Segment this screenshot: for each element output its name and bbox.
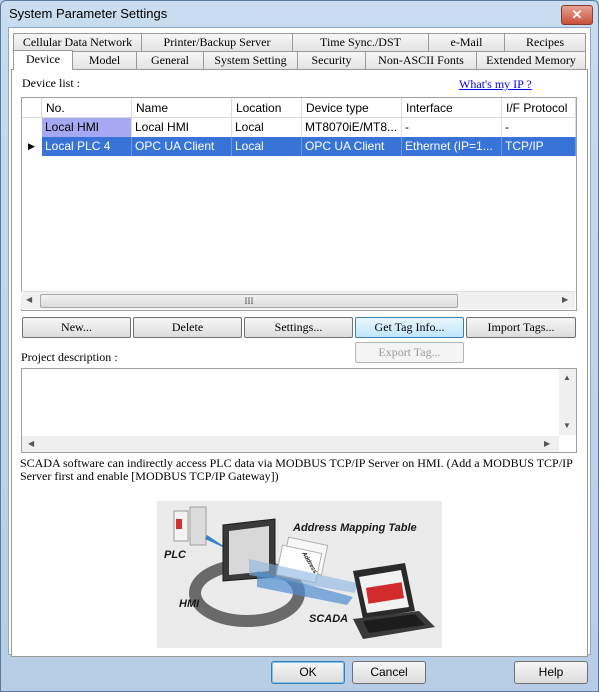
tab-recipes[interactable]: Recipes xyxy=(504,33,586,51)
project-description-field[interactable]: ▲ ▼ ◀ ▶ xyxy=(21,368,577,453)
settings-button[interactable]: Settings... xyxy=(244,317,353,338)
cell-name[interactable]: Local HMI xyxy=(132,118,232,137)
scroll-left-icon[interactable]: ◀ xyxy=(26,295,32,304)
cell-device-type[interactable]: MT8070iE/MT8... xyxy=(302,118,402,137)
device-list-label: Device list : xyxy=(22,76,80,90)
row-selector[interactable] xyxy=(22,118,42,137)
scrollbar-thumb[interactable]: III xyxy=(40,294,458,308)
tab-label: Non-ASCII Fonts xyxy=(378,53,464,67)
ok-button[interactable]: OK xyxy=(271,661,345,684)
scada-label: SCADA xyxy=(309,613,349,625)
scada-note-text: SCADA software can indirectly access PLC… xyxy=(20,456,573,483)
tab-model[interactable]: Model xyxy=(72,51,137,69)
tab-printer-backup-server[interactable]: Printer/Backup Server xyxy=(141,33,293,51)
scada-gateway-diagram: Address Mapping Table PLC HMI SCADA Addr… xyxy=(157,501,442,648)
title-bar[interactable]: System Parameter Settings ✕ xyxy=(1,1,598,27)
row-pointer-icon[interactable]: ▶ xyxy=(22,137,42,156)
tab-label: e-Mail xyxy=(450,35,483,49)
cancel-button[interactable]: Cancel xyxy=(352,661,426,684)
cell-interface[interactable]: Ethernet (IP=1... xyxy=(402,137,502,156)
cell-interface[interactable]: - xyxy=(402,118,502,137)
tab-label: Printer/Backup Server xyxy=(163,35,271,49)
column-header-no[interactable]: No. xyxy=(42,98,132,118)
whats-my-ip-link[interactable]: What's my IP ? xyxy=(459,77,532,92)
cell-name[interactable]: OPC UA Client xyxy=(132,137,232,156)
scroll-left-icon[interactable]: ◀ xyxy=(28,439,34,448)
grid-corner-header xyxy=(22,98,42,118)
column-header-name[interactable]: Name xyxy=(132,98,232,118)
export-tag-button: Export Tag... xyxy=(355,342,464,363)
tab-extended-memory[interactable]: Extended Memory xyxy=(476,51,586,69)
get-tag-info-button[interactable]: Get Tag Info... xyxy=(355,317,464,338)
column-header-location[interactable]: Location xyxy=(232,98,302,118)
tab-label: General xyxy=(151,53,189,67)
tab-label: Time Sync./DST xyxy=(320,35,401,49)
cell-location[interactable]: Local xyxy=(232,137,302,156)
address-mapping-table-label: Address Mapping Table xyxy=(293,522,417,534)
close-button[interactable]: ✕ xyxy=(561,5,593,25)
tab-label: Cellular Data Network xyxy=(22,35,133,49)
tab-device[interactable]: Device xyxy=(13,50,73,70)
column-header-device-type[interactable]: Device type xyxy=(302,98,402,118)
cell-location[interactable]: Local xyxy=(232,118,302,137)
tab-label: Recipes xyxy=(526,35,564,49)
import-tags-button[interactable]: Import Tags... xyxy=(466,317,576,338)
tab-label: Device xyxy=(26,52,60,66)
cell-if-protocol[interactable]: - xyxy=(502,118,576,137)
tab-general[interactable]: General xyxy=(136,51,204,69)
scroll-down-icon[interactable]: ▼ xyxy=(563,421,571,430)
tab-label: Security xyxy=(311,53,352,67)
window-title: System Parameter Settings xyxy=(9,6,168,21)
desc-vertical-scrollbar[interactable]: ▲ ▼ xyxy=(559,369,576,435)
cell-no[interactable]: Local HMI xyxy=(42,118,132,137)
column-header-if-protocol[interactable]: I/F Protocol xyxy=(502,98,576,118)
scroll-right-icon[interactable]: ▶ xyxy=(562,295,568,304)
close-icon: ✕ xyxy=(571,7,583,22)
hmi-label: HMI xyxy=(179,598,200,610)
plc-device-icon xyxy=(189,506,207,546)
delete-button[interactable]: Delete xyxy=(133,317,242,338)
scroll-up-icon[interactable]: ▲ xyxy=(563,373,571,382)
cell-no[interactable]: Local PLC 4 xyxy=(42,137,132,156)
tab-time-sync-dst[interactable]: Time Sync./DST xyxy=(292,33,429,51)
tab-label: Model xyxy=(88,53,121,67)
grid-horizontal-scrollbar[interactable]: ◀ III ▶ xyxy=(21,291,575,309)
grip-icon: III xyxy=(244,296,254,306)
cell-device-type[interactable]: OPC UA Client xyxy=(302,137,402,156)
scroll-right-icon[interactable]: ▶ xyxy=(544,439,550,448)
tab-email[interactable]: e-Mail xyxy=(428,33,505,51)
project-description-label: Project description : xyxy=(21,350,118,364)
tab-label: System Setting xyxy=(214,53,287,67)
tab-security[interactable]: Security xyxy=(297,51,366,69)
cell-if-protocol[interactable]: TCP/IP xyxy=(502,137,576,156)
column-header-interface[interactable]: Interface xyxy=(402,98,502,118)
plc-device-icon xyxy=(176,519,182,529)
new-button[interactable]: New... xyxy=(22,317,131,338)
desc-horizontal-scrollbar[interactable]: ◀ ▶ xyxy=(22,436,559,452)
plc-label: PLC xyxy=(164,549,186,561)
tab-label: Extended Memory xyxy=(486,53,576,67)
tab-non-ascii-fonts[interactable]: Non-ASCII Fonts xyxy=(365,51,477,69)
tab-system-setting[interactable]: System Setting xyxy=(203,51,298,69)
device-list-grid[interactable]: No. Name Location Device type Interface … xyxy=(21,97,577,311)
help-button[interactable]: Help xyxy=(514,661,588,684)
tab-cellular-data-network[interactable]: Cellular Data Network xyxy=(13,33,142,51)
